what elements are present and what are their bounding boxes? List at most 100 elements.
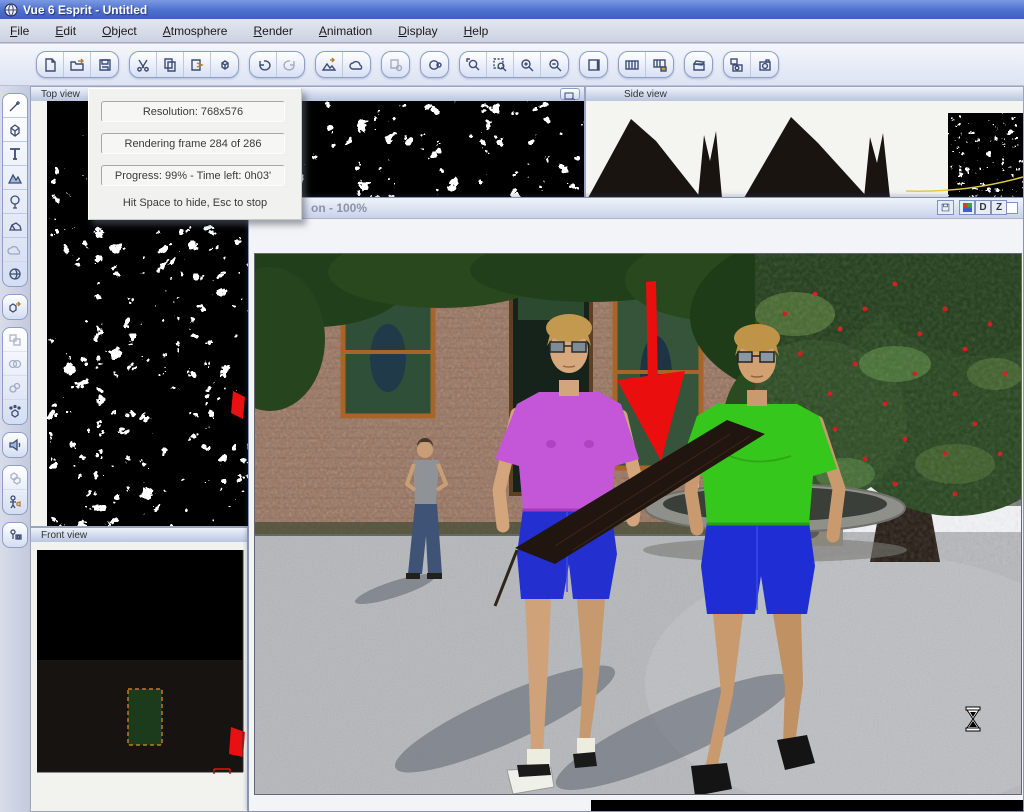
front-view-header: Front view: [31, 528, 247, 542]
menu-item-edit[interactable]: Edit: [55, 24, 76, 38]
metablob-objects-button[interactable]: [3, 376, 27, 400]
render-progress-popup: Resolution: 768x576 Rendering frame 284 …: [88, 88, 302, 220]
boolean-objects-button[interactable]: [3, 352, 27, 376]
channel-depth-button[interactable]: D: [975, 200, 991, 215]
render-window[interactable]: on - 100% D Z: [248, 197, 1024, 812]
render-button[interactable]: [751, 52, 778, 77]
camera-group: [2, 522, 28, 548]
channel-color-button[interactable]: [959, 200, 975, 215]
fit-view-button[interactable]: [580, 52, 607, 77]
render-window-close-button[interactable]: [1006, 202, 1018, 214]
animation-render-group: [618, 51, 674, 78]
load-object-cube-icon: [7, 299, 23, 315]
left-tool-palette: [0, 86, 30, 812]
menu-item-help[interactable]: Help: [464, 24, 489, 38]
display-options-icon: [427, 57, 443, 73]
top-view-display-button[interactable]: [560, 88, 580, 100]
side-view-label: Side view: [624, 89, 667, 100]
display-options-button[interactable]: [421, 52, 448, 77]
clapperboard-icon: [691, 57, 707, 73]
create-plant-button[interactable]: [3, 190, 27, 214]
animation-setup-button[interactable]: [685, 52, 712, 77]
redo-button[interactable]: [277, 52, 304, 77]
new-button[interactable]: [37, 52, 64, 77]
side-view-header: Side view: [586, 87, 1023, 101]
progress-status: Progress: 99% - Time left: 0h03': [101, 165, 285, 186]
front-view-viewport[interactable]: [31, 542, 247, 811]
menu-item-file[interactable]: File: [10, 24, 29, 38]
paste-icon: [189, 57, 205, 73]
sound-group: [2, 432, 28, 458]
copy-button[interactable]: [157, 52, 184, 77]
filmstrip-save-icon: [652, 57, 668, 73]
progress-hint: Hit Space to hide, Esc to stop: [89, 197, 301, 209]
menu-item-atmosphere[interactable]: Atmosphere: [163, 24, 228, 38]
edit-group: [129, 51, 239, 78]
paste-button[interactable]: [184, 52, 211, 77]
add-to-scene-button[interactable]: [343, 52, 370, 77]
undo-arrow-icon: [255, 57, 271, 73]
edit-tools-button[interactable]: [3, 94, 27, 118]
menu-item-render[interactable]: Render: [253, 24, 292, 38]
load-scene-button[interactable]: [316, 52, 343, 77]
render-animation-button[interactable]: [619, 52, 646, 77]
create-terrain-button[interactable]: [3, 166, 27, 190]
animation-setup-group: [684, 51, 713, 78]
save-floppy-icon: [97, 57, 113, 73]
new-document-icon: [42, 57, 58, 73]
zoom-selection-icon: [492, 57, 508, 73]
duplicate-button[interactable]: [211, 52, 238, 77]
cut-button[interactable]: [130, 52, 157, 77]
menu-item-display[interactable]: Display: [398, 24, 437, 38]
scene-group: [315, 51, 371, 78]
channel-zbuffer-button[interactable]: Z: [991, 200, 1007, 215]
zoom-selection-button[interactable]: [487, 52, 514, 77]
camera-capture-button[interactable]: [3, 523, 27, 547]
menu-item-object[interactable]: Object: [102, 24, 137, 38]
paste-object-icon: [388, 57, 404, 73]
create-rock-button[interactable]: [3, 214, 27, 238]
open-button[interactable]: [64, 52, 91, 77]
progress-resolution: Resolution: 768x576: [101, 101, 285, 122]
paste-object-button[interactable]: [382, 52, 409, 77]
zoom-in-button[interactable]: [514, 52, 541, 77]
render-window-titlebar[interactable]: on - 100% D Z: [249, 198, 1023, 219]
undo-button[interactable]: [250, 52, 277, 77]
create-cloud-button[interactable]: [3, 238, 27, 262]
zoom-out-button[interactable]: [541, 52, 568, 77]
create-text-button[interactable]: [3, 142, 27, 166]
group-objects-icon: [7, 332, 23, 348]
rgb-channel-icon: [963, 203, 972, 212]
menu-bar: File Edit Object Atmosphere Render Anima…: [0, 19, 1024, 43]
cloud-icon: [349, 57, 365, 73]
zoom-region-icon: [465, 57, 481, 73]
view-display-icon: [564, 92, 576, 101]
render-options-button[interactable]: [724, 52, 751, 77]
poser-group-button[interactable]: [3, 466, 27, 490]
render-save-button[interactable]: [937, 200, 954, 215]
zoom-region-button[interactable]: [460, 52, 487, 77]
window-titlebar[interactable]: Vue 6 Esprit - Untitled: [0, 0, 1024, 19]
create-primitive-button[interactable]: [3, 118, 27, 142]
object-ops-group: [2, 327, 28, 425]
poser-person-icon: [7, 494, 23, 510]
display-options-group: [420, 51, 449, 78]
save-animation-button[interactable]: [646, 52, 673, 77]
menu-item-animation[interactable]: Animation: [319, 24, 372, 38]
speaker-icon: [7, 437, 23, 453]
rendered-image[interactable]: [254, 253, 1022, 795]
paste-object-group: [381, 51, 410, 78]
file-group: [36, 51, 119, 78]
save-button[interactable]: [91, 52, 118, 77]
poser-cubes-icon: [7, 470, 23, 486]
hourglass-cursor-icon: [964, 706, 982, 732]
load-object-button[interactable]: [3, 295, 27, 319]
save-floppy-icon: [940, 202, 951, 213]
group-objects-button[interactable]: [3, 328, 27, 352]
rock-icon: [7, 218, 23, 234]
sound-tool-button[interactable]: [3, 433, 27, 457]
scatter-replicate-button[interactable]: [3, 400, 27, 424]
import-poser-button[interactable]: [3, 490, 27, 514]
load-atmosphere-button[interactable]: [3, 262, 27, 286]
create-tools-group: [2, 93, 28, 287]
